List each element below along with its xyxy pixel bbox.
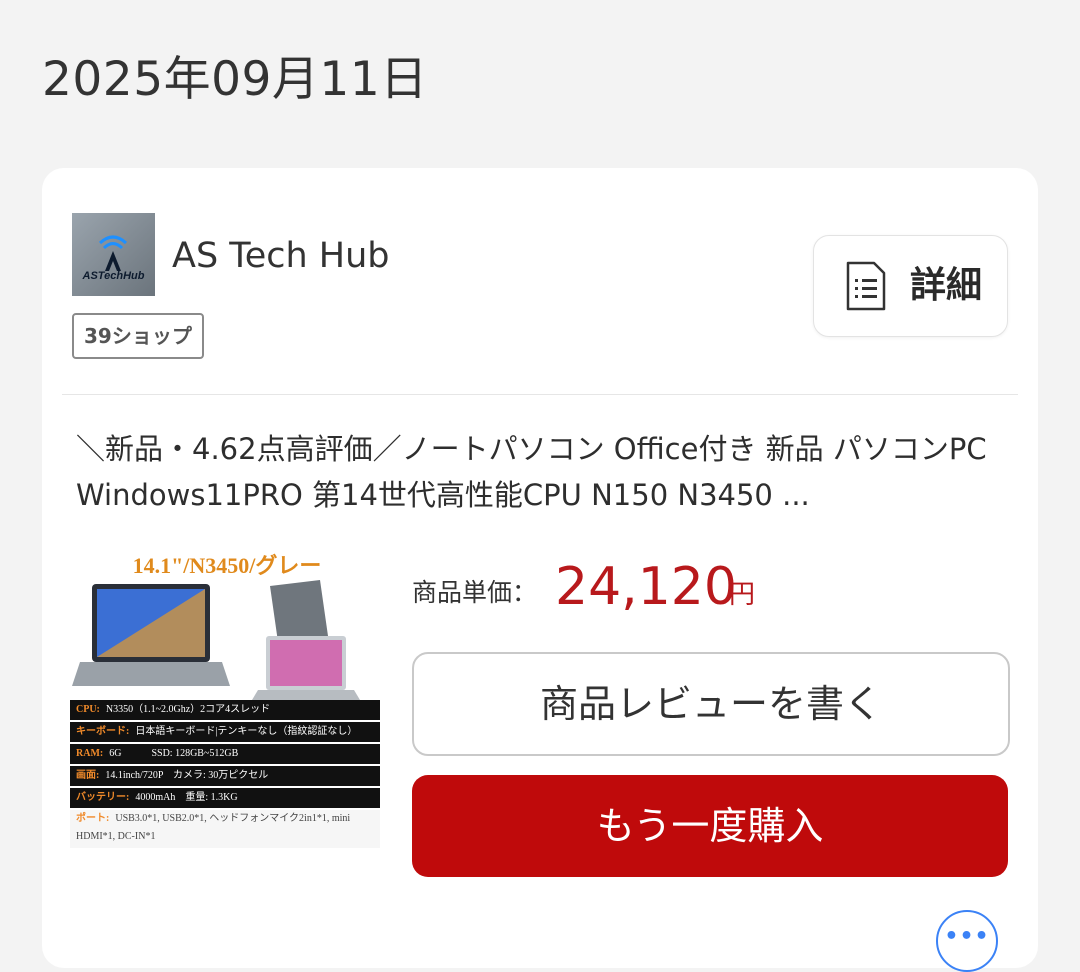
more-options-button[interactable]: ••• <box>936 910 998 972</box>
document-list-icon <box>846 261 886 311</box>
more-dots-icon: ••• <box>944 924 990 949</box>
spec-row: CPU: N3350（1.1~2.0Ghz）2コア4スレッド <box>70 700 380 720</box>
shop-logo-text: ASTechHub <box>82 270 145 282</box>
shop-name[interactable]: AS Tech Hub <box>172 234 390 278</box>
unit-price-label: 商品単価： <box>412 578 538 607</box>
shop-badge: 39ショップ <box>72 313 204 359</box>
unit-price-currency: 円 <box>729 580 756 610</box>
unit-price-value: 24,120 <box>555 557 737 617</box>
detail-button[interactable]: 詳細 <box>813 235 1008 337</box>
wifi-tower-icon <box>98 235 128 271</box>
spec-row: RAM: 6G SSD: 128GB~512GB <box>70 744 380 764</box>
product-thumbnail[interactable]: 14.1"/N3450/グレー CPU: N3350（1.1~2.0Ghz）2コア… <box>70 536 384 848</box>
shop-logo[interactable]: ASTechHub <box>72 213 155 296</box>
spec-row: 画面: 14.1inch/720P カメラ: 30万ピクセル <box>70 766 380 786</box>
buy-again-button[interactable]: もう一度購入 <box>412 775 1008 877</box>
divider <box>62 394 1018 395</box>
product-title[interactable]: ＼新品・4.62点高評価／ノートパソコン Office付き 新品 パソコンPC … <box>76 426 1006 518</box>
write-review-button[interactable]: 商品レビューを書く <box>412 652 1010 756</box>
order-date: 2025年09月11日 <box>42 52 428 107</box>
detail-label: 詳細 <box>910 265 983 306</box>
spec-row: ポート: USB3.0*1, USB2.0*1, ヘッドフォンマイク2in1*1,… <box>70 810 380 848</box>
order-card: ASTechHub AS Tech Hub 39ショップ 詳細 ＼新品・4.62… <box>42 168 1038 968</box>
spec-row: バッテリー: 4000mAh 重量: 1.3KG <box>70 788 380 808</box>
spec-row: キーボード: 日本語キーボード|テンキーなし（指紋認証なし） <box>70 722 380 742</box>
spec-list: CPU: N3350（1.1~2.0Ghz）2コア4スレッド キーボード: 日本語キ… <box>70 700 380 848</box>
